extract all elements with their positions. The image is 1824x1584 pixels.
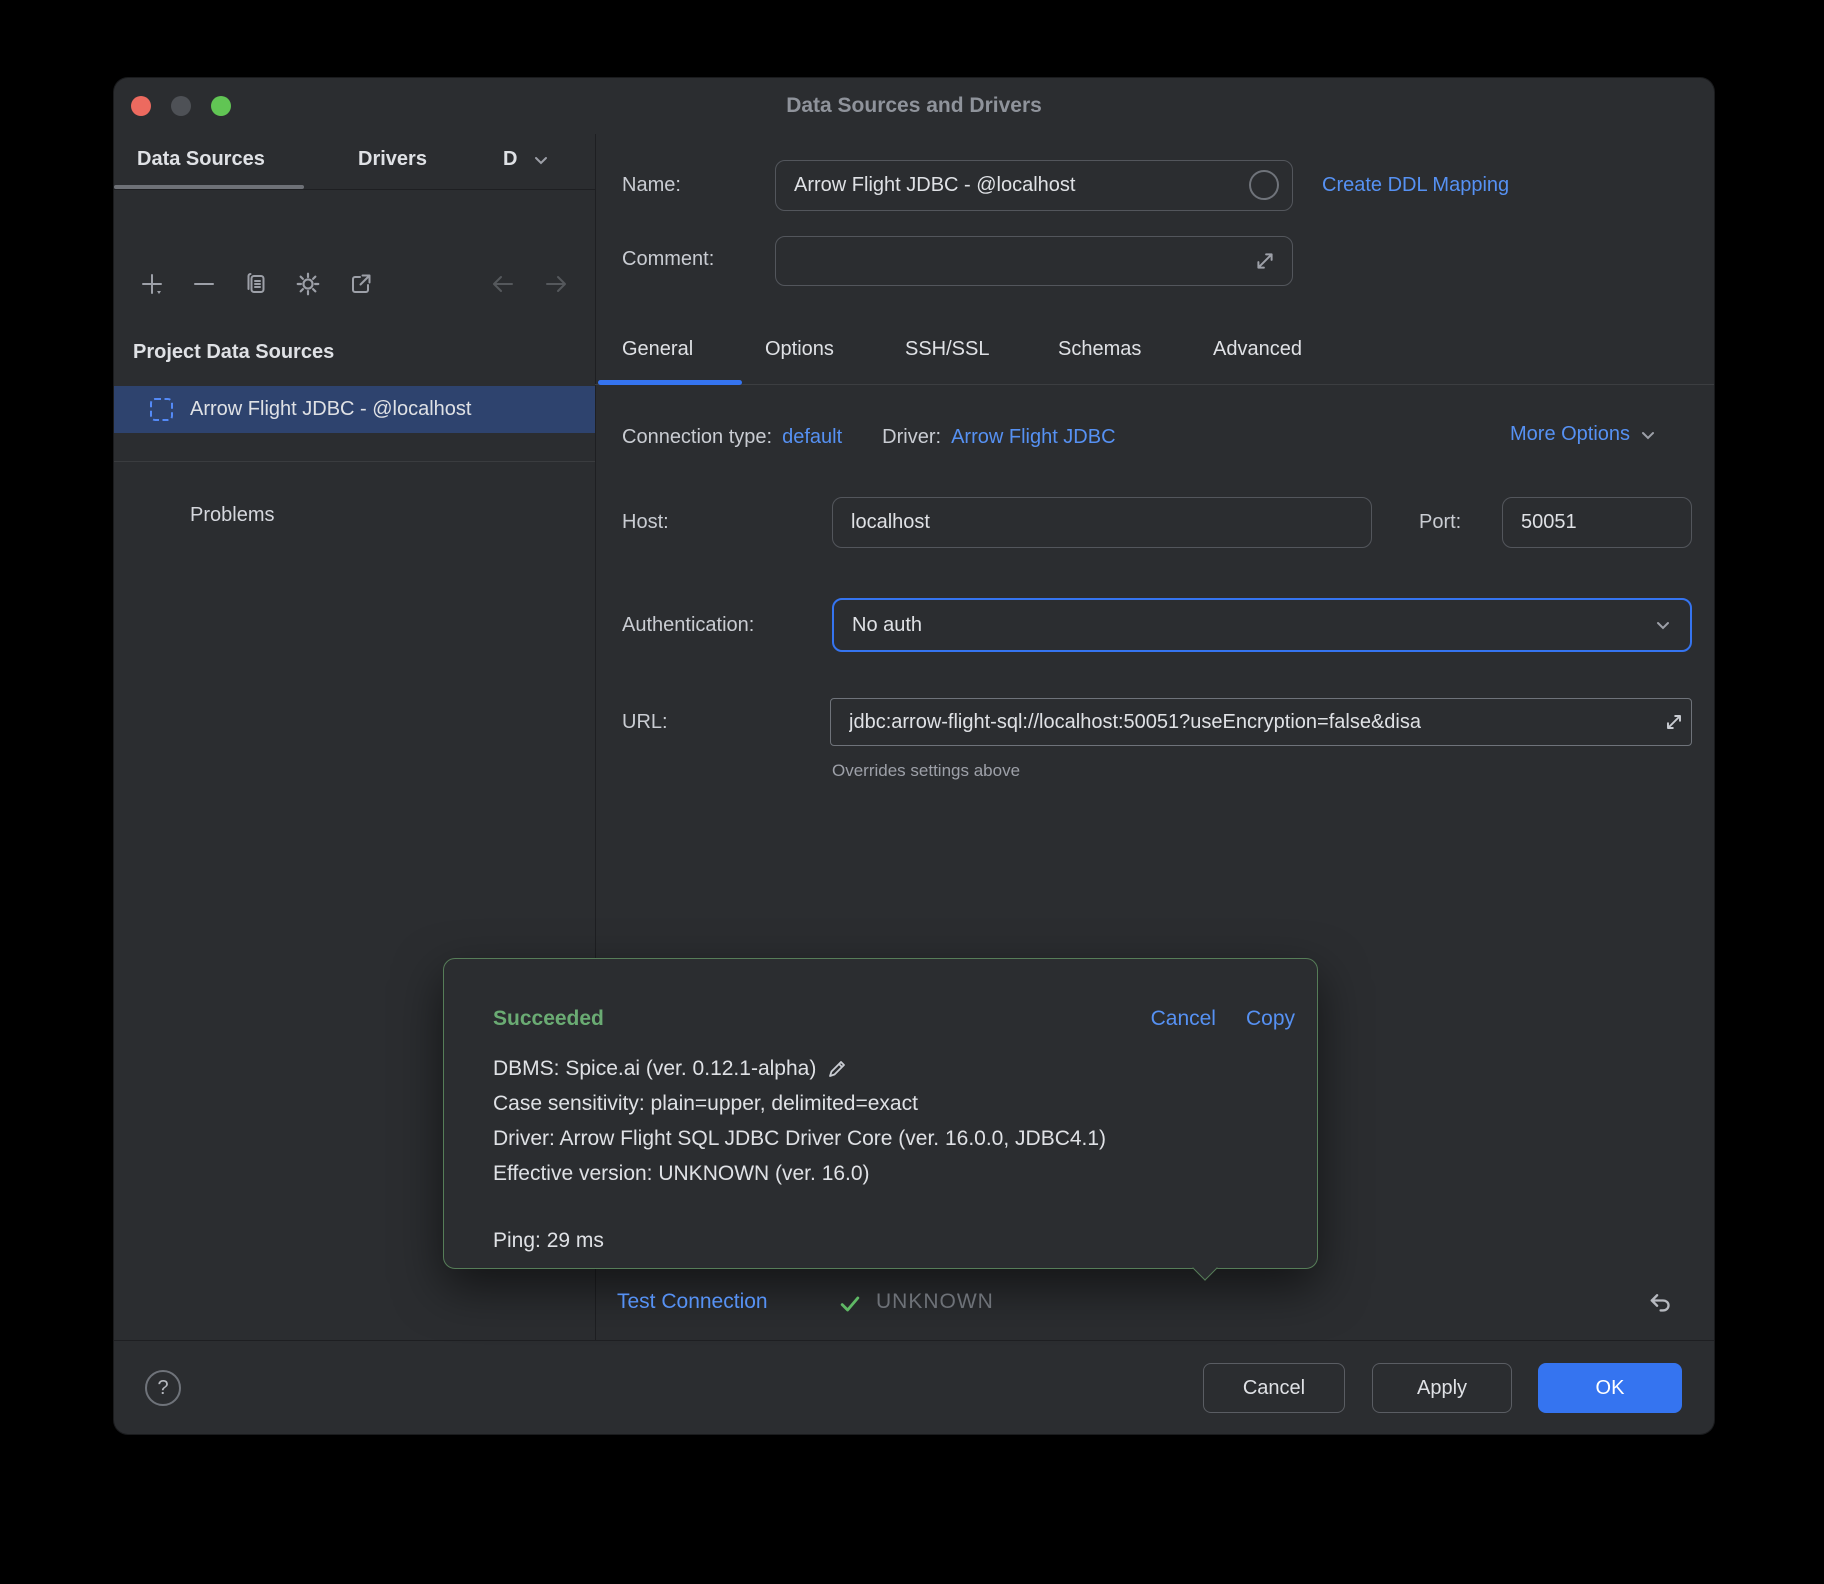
connection-type-label: Connection type: bbox=[622, 426, 772, 449]
expand-icon[interactable] bbox=[1254, 250, 1276, 272]
undo-icon[interactable] bbox=[1646, 1290, 1674, 1318]
expand-icon[interactable] bbox=[1662, 710, 1686, 734]
screen: Data Sources and Drivers Data Sources Dr… bbox=[0, 0, 1824, 1584]
tab-options[interactable]: Options bbox=[765, 338, 834, 361]
popup-status: Succeeded bbox=[493, 1007, 604, 1031]
authentication-label: Authentication: bbox=[622, 614, 754, 637]
ok-button[interactable]: OK bbox=[1538, 1363, 1682, 1413]
host-input[interactable] bbox=[832, 497, 1372, 548]
connection-type-row: Connection type: default Driver: Arrow F… bbox=[622, 423, 1116, 451]
cancel-button[interactable]: Cancel bbox=[1203, 1363, 1345, 1413]
back-icon[interactable] bbox=[490, 271, 516, 297]
popup-ping-line: Ping: 29 ms bbox=[493, 1229, 604, 1253]
port-input[interactable] bbox=[1502, 497, 1692, 548]
tab-schemas[interactable]: Schemas bbox=[1058, 338, 1141, 361]
popup-copy-link[interactable]: Copy bbox=[1246, 1007, 1295, 1031]
popup-case-line: Case sensitivity: plain=upper, delimited… bbox=[493, 1092, 918, 1116]
tab-general[interactable]: General bbox=[622, 338, 693, 361]
forward-icon[interactable] bbox=[543, 271, 569, 297]
popup-version-line: Effective version: UNKNOWN (ver. 16.0) bbox=[493, 1162, 870, 1186]
authentication-value: No auth bbox=[852, 614, 922, 637]
port-label: Port: bbox=[1419, 511, 1461, 534]
titlebar: Data Sources and Drivers bbox=[114, 78, 1714, 134]
dialog-window: Data Sources and Drivers Data Sources Dr… bbox=[114, 78, 1714, 1434]
test-connection-popup: Succeeded Cancel Copy DBMS: Spice.ai (ve… bbox=[443, 958, 1318, 1269]
datasource-list-item[interactable]: Arrow Flight JDBC - @localhost bbox=[114, 386, 595, 433]
pencil-icon[interactable] bbox=[826, 1058, 848, 1080]
datasource-icon bbox=[150, 398, 173, 421]
copy-icon[interactable] bbox=[243, 271, 269, 297]
sidebar-divider bbox=[114, 461, 595, 462]
gear-icon[interactable] bbox=[295, 271, 321, 297]
connection-type-value-link[interactable]: default bbox=[782, 426, 842, 449]
driver-label: Driver: bbox=[882, 426, 941, 449]
host-label: Host: bbox=[622, 511, 669, 534]
chevron-down-icon bbox=[1652, 614, 1674, 636]
comment-label: Comment: bbox=[622, 248, 714, 271]
name-label: Name: bbox=[622, 174, 681, 197]
tab-ddl-truncated[interactable]: D bbox=[503, 134, 521, 185]
tab-ssh-ssl[interactable]: SSH/SSL bbox=[905, 338, 989, 361]
add-icon[interactable] bbox=[139, 271, 165, 297]
help-glyph: ? bbox=[157, 1377, 168, 1400]
remove-icon[interactable] bbox=[191, 271, 217, 297]
comment-input[interactable] bbox=[775, 236, 1293, 286]
help-icon[interactable]: ? bbox=[145, 1370, 181, 1406]
sidebar-tabbar: Data Sources Drivers D bbox=[114, 134, 595, 190]
tabbar-divider bbox=[595, 384, 1714, 385]
more-options-label: More Options bbox=[1510, 423, 1630, 446]
test-connection-link[interactable]: Test Connection bbox=[617, 1290, 768, 1314]
authentication-select[interactable]: No auth bbox=[832, 598, 1692, 652]
create-ddl-mapping-link[interactable]: Create DDL Mapping bbox=[1322, 174, 1509, 197]
popup-dbms-line: DBMS: Spice.ai (ver. 0.12.1-alpha) bbox=[493, 1057, 816, 1081]
apply-button[interactable]: Apply bbox=[1372, 1363, 1512, 1413]
url-label: URL: bbox=[622, 711, 668, 734]
tab-advanced[interactable]: Advanced bbox=[1213, 338, 1302, 361]
popup-caret bbox=[1192, 1255, 1217, 1280]
section-header: Project Data Sources bbox=[133, 341, 334, 364]
chevron-down-icon[interactable] bbox=[530, 149, 552, 171]
driver-value-link[interactable]: Arrow Flight JDBC bbox=[951, 426, 1115, 449]
spinner-circle-icon bbox=[1249, 170, 1279, 200]
check-icon bbox=[838, 1292, 862, 1316]
more-options[interactable]: More Options bbox=[1510, 423, 1658, 446]
active-tab-indicator bbox=[114, 185, 304, 189]
footer-divider bbox=[114, 1340, 1714, 1341]
popup-cancel-link[interactable]: Cancel bbox=[1151, 1007, 1216, 1031]
url-hint: Overrides settings above bbox=[832, 761, 1020, 781]
tab-data-sources[interactable]: Data Sources bbox=[137, 134, 265, 185]
tab-drivers[interactable]: Drivers bbox=[358, 134, 427, 185]
sidebar-item-problems[interactable]: Problems bbox=[190, 504, 274, 527]
name-input[interactable] bbox=[775, 160, 1293, 211]
active-tab-underline bbox=[598, 380, 742, 385]
datasource-label: Arrow Flight JDBC - @localhost bbox=[190, 398, 471, 421]
url-input[interactable] bbox=[830, 698, 1692, 746]
popup-driver-line: Driver: Arrow Flight SQL JDBC Driver Cor… bbox=[493, 1127, 1106, 1151]
export-icon[interactable] bbox=[348, 271, 374, 297]
test-status: UNKNOWN bbox=[876, 1290, 994, 1314]
window-title: Data Sources and Drivers bbox=[114, 78, 1714, 134]
chevron-down-icon bbox=[1638, 425, 1658, 445]
